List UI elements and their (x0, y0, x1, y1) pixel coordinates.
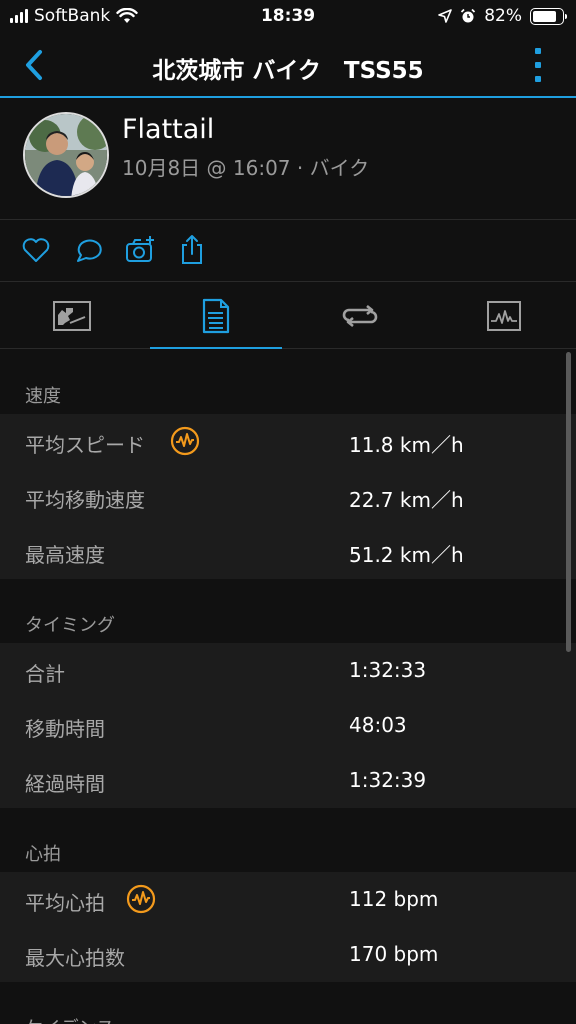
tab-laps[interactable] (288, 283, 432, 349)
stat-row: 経過時間 1:32:39 (0, 753, 576, 808)
stats-document-icon (202, 298, 230, 334)
section-header: ケイデンス (0, 982, 576, 1024)
stat-label: 平均心拍 (25, 891, 105, 915)
activity-header: Flattail 10月8日 @ 16:07 · バイク (0, 100, 576, 220)
section-header: タイミング (25, 615, 115, 636)
heart-rate-zone-icon[interactable] (126, 884, 156, 914)
stat-row: 合計 1:32:33 (0, 643, 576, 698)
stat-label: 平均移動速度 (25, 488, 145, 512)
tab-stats[interactable] (144, 283, 288, 349)
stat-label: 合計 (25, 662, 65, 686)
stat-value: 51.2 km／h (349, 543, 464, 567)
section-header: 速度 (25, 386, 61, 407)
avatar[interactable] (23, 112, 109, 198)
heart-rate-zone-icon[interactable] (170, 426, 200, 456)
stat-value: 22.7 km／h (349, 488, 464, 512)
user-name[interactable]: Flattail (122, 114, 214, 145)
location-arrow-icon (438, 9, 453, 23)
stat-value: 1:32:33 (349, 658, 427, 682)
stat-row: 最大心拍数 170 bpm (0, 927, 576, 982)
more-options-button[interactable] (534, 48, 542, 82)
stat-row: 最高速度 51.2 km／h (0, 524, 576, 579)
like-heart-icon[interactable] (20, 234, 52, 266)
section-header: 心拍 (25, 844, 61, 865)
stats-list: 速度 平均スピード 11.8 km／h 平均移動速度 22.7 km／h 最高速… (0, 350, 576, 1024)
stat-value: 170 bpm (349, 942, 439, 966)
status-bar: SoftBank 18:39 82% (0, 0, 576, 32)
stat-value: 11.8 km／h (349, 433, 464, 457)
map-chart-icon (53, 301, 91, 331)
tab-overview[interactable] (0, 283, 144, 349)
alarm-icon (461, 8, 476, 23)
stat-value: 48:03 (349, 713, 407, 737)
chart-icon (487, 301, 521, 331)
scrollbar[interactable] (566, 352, 571, 652)
page-title: 北茨城市 バイク TSS55 (152, 58, 424, 84)
laps-loop-icon (342, 304, 378, 328)
add-photo-camera-icon[interactable] (124, 234, 156, 266)
share-icon[interactable] (176, 234, 208, 266)
battery-icon (530, 7, 567, 25)
navigation-bar: 北茨城市 バイク TSS55 (0, 32, 576, 98)
stat-value: 1:32:39 (349, 768, 427, 792)
activity-date-type: 10月8日 @ 16:07 · バイク (122, 156, 370, 180)
tab-charts[interactable] (432, 283, 576, 349)
battery-percent: 82% (484, 6, 522, 26)
stat-label: 平均スピード (25, 433, 145, 457)
stat-label: 経過時間 (25, 772, 105, 796)
stat-value: 112 bpm (349, 887, 439, 911)
stat-row: 平均心拍 112 bpm (0, 872, 576, 927)
social-actions (0, 220, 576, 282)
avatar-photo (25, 114, 107, 196)
comment-bubble-icon[interactable] (73, 234, 105, 266)
stat-row: 移動時間 48:03 (0, 698, 576, 753)
stat-label: 移動時間 (25, 717, 105, 741)
activity-tabs (0, 283, 576, 349)
stat-label: 最高速度 (25, 543, 105, 567)
stat-row: 平均スピード 11.8 km／h (0, 414, 576, 469)
stat-label: 最大心拍数 (25, 946, 125, 970)
stat-row: 平均移動速度 22.7 km／h (0, 469, 576, 524)
